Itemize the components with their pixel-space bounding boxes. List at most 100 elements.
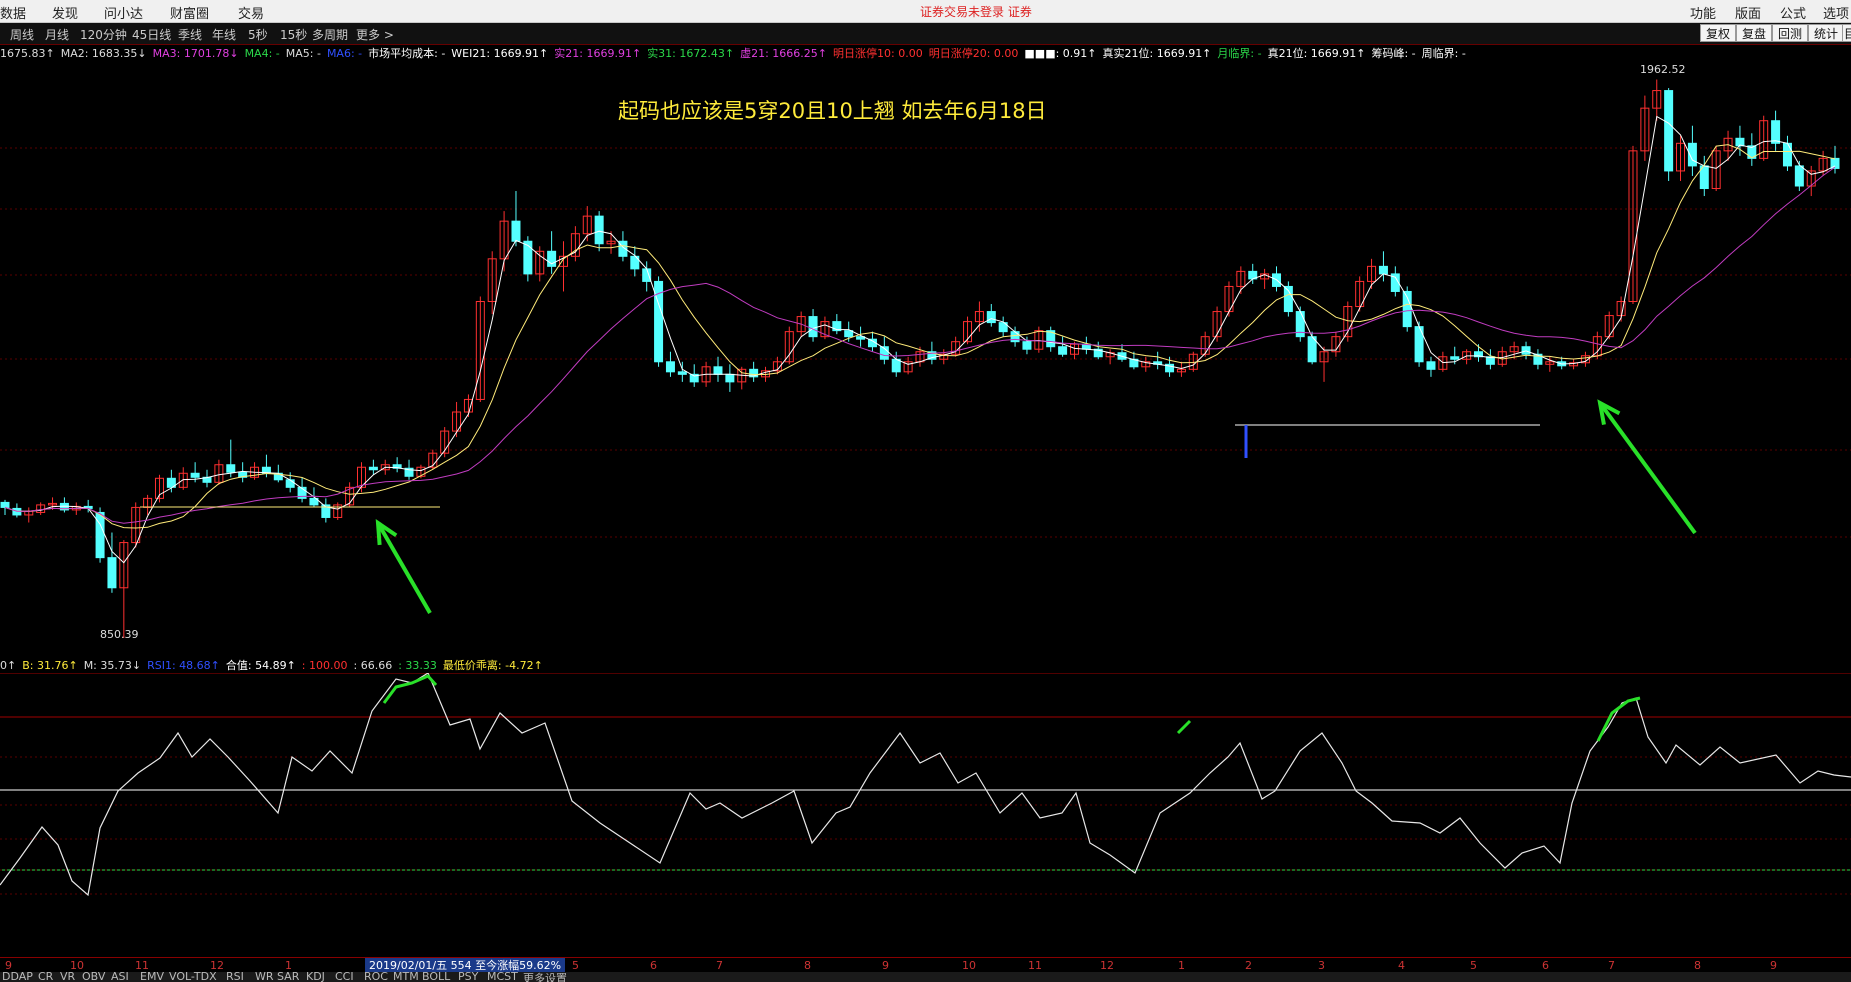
ma-legend-item-12: 明日涨停20: 0.00 bbox=[928, 47, 1019, 60]
ma-legend-item-16: 真21位: 1669.91↑ bbox=[1267, 47, 1366, 60]
indicator-tab-6[interactable]: VOL-TDX bbox=[169, 972, 217, 982]
indicator-tab-13[interactable]: MTM bbox=[393, 972, 419, 982]
menu-caifuquan[interactable]: 财富圈 bbox=[170, 3, 209, 22]
candlestick-chart[interactable] bbox=[0, 63, 1851, 657]
ma-line-3 bbox=[4, 166, 1836, 524]
indicator-tab-1[interactable]: CR bbox=[38, 972, 53, 982]
ma-legend-item-6: 市场平均成本: - bbox=[368, 47, 446, 60]
date-tick: 8 bbox=[1694, 959, 1701, 972]
menu-options[interactable]: 选项 bbox=[1823, 3, 1849, 22]
tab-weekly[interactable]: 周线 bbox=[10, 26, 34, 43]
candle-body bbox=[523, 240, 533, 275]
indicator-chart[interactable] bbox=[0, 673, 1851, 957]
date-tick: 12 bbox=[210, 959, 224, 972]
login-status[interactable]: 证券交易未登录 证券 bbox=[920, 3, 1032, 20]
extra-button[interactable]: 目 bbox=[1842, 24, 1851, 42]
candle-body bbox=[725, 373, 735, 383]
date-axis: 2019/02/01/五 554 至今涨幅59.62% 9 10 11 12 1 5 6 7 8… bbox=[0, 957, 1851, 973]
indicator-legend-item-0: 0↑ bbox=[0, 659, 17, 672]
indicator-tab-9[interactable]: SAR bbox=[277, 972, 299, 982]
date-tick: 2 bbox=[1245, 959, 1252, 972]
date-tick: 7 bbox=[1608, 959, 1615, 972]
date-tick: 3 bbox=[1318, 959, 1325, 972]
indicator-tab-17[interactable]: 更多 bbox=[523, 972, 545, 982]
indicator-tab-14[interactable]: BOLL bbox=[422, 972, 450, 982]
indicator-legend-item-7: : 33.33 bbox=[398, 659, 437, 672]
indicator-legend-item-6: : 66.66 bbox=[353, 659, 393, 672]
ma-legend-item-8: 实21: 1669.91↑ bbox=[554, 47, 642, 60]
candle-body bbox=[190, 472, 200, 478]
ma-legend-item-13: ■■■: 0.91↑ bbox=[1024, 47, 1097, 60]
high-price-label: 1962.52 bbox=[1640, 63, 1686, 76]
ma-legend: 1675.83↑ MA2: 1683.35↓ MA3: 1701.78↓ MA4: -… bbox=[0, 45, 1851, 63]
ma-legend-item-11: 明日涨停10: 0.00 bbox=[833, 47, 923, 60]
indicator-tab-4[interactable]: ASI bbox=[111, 972, 129, 982]
ma-legend-item-1: MA2: 1683.35↓ bbox=[60, 47, 147, 60]
ma-legend-item-7: WEI21: 1669.91↑ bbox=[451, 47, 549, 60]
indicator-tab-8[interactable]: WR bbox=[255, 972, 274, 982]
indicator-tab-7[interactable]: RSI bbox=[226, 972, 244, 982]
date-tick: 1 bbox=[285, 959, 292, 972]
candle-body bbox=[226, 464, 236, 473]
indicator-tab-3[interactable]: OBV bbox=[82, 972, 105, 982]
fq-button[interactable]: 复权 bbox=[1700, 24, 1737, 42]
date-tick: 7 bbox=[716, 959, 723, 972]
tab-45day[interactable]: 45日线 bbox=[132, 26, 171, 43]
tab-more[interactable]: 更多 > bbox=[356, 26, 394, 43]
indicator-tab-0[interactable]: DDAP bbox=[2, 972, 33, 982]
chart-annotation: 起码也应该是5穿20且10上翘 如去年6月18日 bbox=[618, 99, 1047, 123]
menu-wenxiaoda[interactable]: 问小达 bbox=[104, 3, 143, 22]
tab-monthly[interactable]: 月线 bbox=[45, 26, 69, 43]
indicator-tab-2[interactable]: VR bbox=[60, 972, 75, 982]
tab-multi-period[interactable]: 多周期 bbox=[312, 26, 348, 43]
low-price-label: 850.39 bbox=[100, 628, 139, 641]
date-tick: 10 bbox=[962, 959, 976, 972]
indicator-tab-16[interactable]: MCST bbox=[487, 972, 518, 982]
ma-legend-item-18: 周临界: - bbox=[1421, 47, 1466, 60]
indicator-tab-5[interactable]: EMV bbox=[140, 972, 164, 982]
backtest-button[interactable]: 回测 bbox=[1772, 24, 1809, 42]
date-tick: 9 bbox=[882, 959, 889, 972]
overbought-segment bbox=[1176, 719, 1192, 735]
ma-legend-item-4: MA5: - bbox=[285, 47, 321, 60]
indicator-tab-10[interactable]: KDJ bbox=[306, 972, 325, 982]
indicator-legend-item-3: RSI1: 48.68↑ bbox=[147, 659, 220, 672]
ma-legend-item-10: 虚21: 1666.25↑ bbox=[740, 47, 827, 60]
tab-120min[interactable]: 120分钟 bbox=[80, 26, 127, 43]
menu-formula[interactable]: 公式 bbox=[1780, 3, 1806, 22]
candle-body bbox=[594, 215, 604, 245]
overbought-segment bbox=[1596, 696, 1641, 742]
indicator-tab-11[interactable]: CCI bbox=[335, 972, 354, 982]
ma-legend-item-15: 月临界: - bbox=[1217, 47, 1262, 60]
date-tick: 11 bbox=[1028, 959, 1042, 972]
date-tick: 8 bbox=[804, 959, 811, 972]
menu-layout[interactable]: 版面 bbox=[1735, 3, 1761, 22]
indicator-legend: 0↑ B: 31.76↑ M: 35.73↓ RSI1: 48.68↑ 合值: 54.8… bbox=[0, 657, 1851, 673]
ma-legend-item-14: 真实21位: 1669.91↑ bbox=[1102, 47, 1212, 60]
menu-trade[interactable]: 交易 bbox=[238, 3, 264, 22]
tab-5s[interactable]: 5秒 bbox=[248, 26, 268, 43]
candle-body bbox=[986, 311, 996, 324]
menu-discover[interactable]: 发现 bbox=[52, 3, 78, 22]
tab-quarter[interactable]: 季线 bbox=[178, 26, 202, 43]
menu-data[interactable]: 数据 bbox=[0, 3, 26, 22]
candle-body bbox=[1450, 356, 1460, 360]
indicator-tab-18[interactable]: 设置 bbox=[545, 972, 567, 982]
indicator-tab-15[interactable]: PSY bbox=[458, 972, 478, 982]
date-hint: 2019/02/01/五 554 至今涨幅59.62% bbox=[365, 958, 566, 973]
arrow-shaft bbox=[1598, 401, 1697, 535]
tab-15s[interactable]: 15秒 bbox=[280, 26, 307, 43]
candle-body bbox=[1426, 361, 1436, 370]
top-menu-bar: 数据 发现 问小达 财富圈 交易 证券交易未登录 证券 功能 版面 公式 选项 bbox=[0, 0, 1851, 23]
date-tick: 5 bbox=[1470, 959, 1477, 972]
ma-legend-item-5: MA6: - bbox=[326, 47, 363, 60]
replay-button[interactable]: 复盘 bbox=[1736, 24, 1773, 42]
indicator-legend-item-5: : 100.00 bbox=[301, 659, 348, 672]
menu-function[interactable]: 功能 bbox=[1690, 3, 1716, 22]
tab-year[interactable]: 年线 bbox=[212, 26, 236, 43]
indicator-tab-12[interactable]: ROC bbox=[364, 972, 388, 982]
candle-body bbox=[642, 268, 652, 282]
stats-button[interactable]: 统计 bbox=[1808, 24, 1845, 42]
candle-body bbox=[808, 316, 818, 338]
date-tick: 10 bbox=[70, 959, 84, 972]
